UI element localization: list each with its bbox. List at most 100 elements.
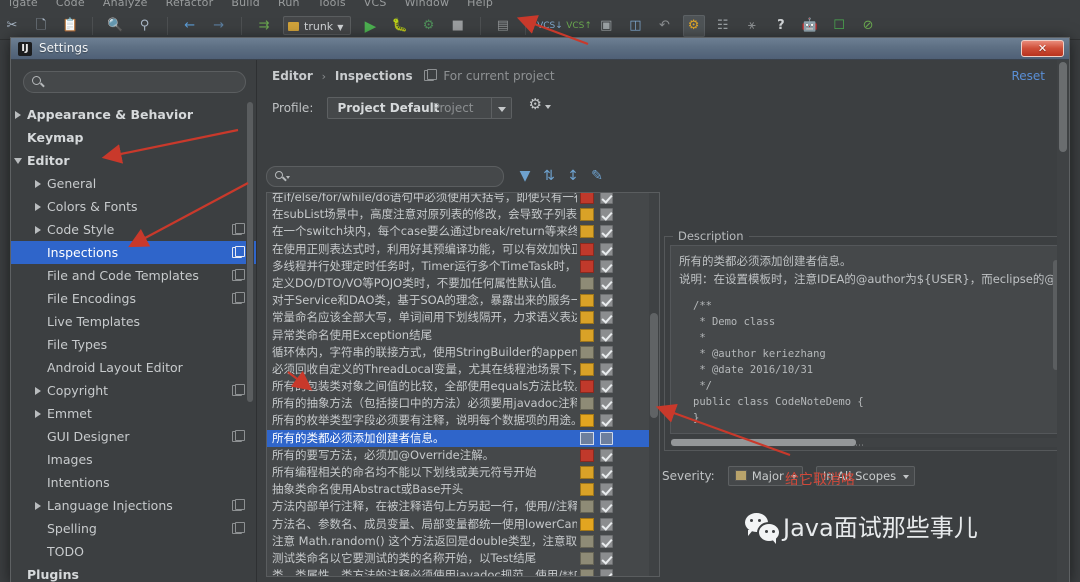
inspection-row[interactable]: 所有的要写方法，必须加@Override注解。: [267, 447, 659, 464]
breadcrumb-parent[interactable]: Editor: [272, 69, 313, 83]
copy-settings-icon[interactable]: [232, 384, 245, 396]
inspection-row[interactable]: 循环体内，字符串的联接方式，使用StringBuilder的append方: [267, 344, 659, 361]
chevron-down-icon[interactable]: [11, 149, 26, 172]
sidebar-item-copyright[interactable]: Copyright: [11, 379, 256, 402]
sidebar-item-code-style[interactable]: Code Style: [11, 218, 256, 241]
sidebar-item-editor[interactable]: Editor: [11, 149, 256, 172]
chevron-right-icon[interactable]: [31, 218, 46, 241]
menu-item-igate[interactable]: igate: [0, 0, 47, 9]
inspection-row[interactable]: 注意 Math.random() 这个方法返回是double类型，注意取值的: [267, 533, 659, 550]
inspection-checkbox[interactable]: [600, 345, 613, 359]
rollback-icon[interactable]: ↶: [653, 15, 675, 37]
sidebar-item-live-templates[interactable]: Live Templates: [11, 310, 256, 333]
sidebar-item-images[interactable]: Images: [11, 448, 256, 471]
cut-icon[interactable]: ✂: [1, 15, 23, 37]
inspection-row[interactable]: 多线程并行处理定时任务时，Timer运行多个TimeTask时，只要: [267, 258, 659, 275]
settings-icon[interactable]: ⚙: [682, 15, 705, 37]
copy-settings-icon[interactable]: [232, 223, 245, 235]
inspection-row[interactable]: 类、类属性、类方法的注释必须使用javadoc规范，使用/**内容: [267, 567, 659, 576]
sidebar-item-keymap[interactable]: Keymap: [11, 126, 256, 149]
paste-icon[interactable]: 📋: [59, 15, 81, 37]
sidebar-item-todo[interactable]: TODO: [11, 540, 256, 563]
menu-item-build[interactable]: Build: [222, 0, 269, 9]
sidebar-scrollbar[interactable]: [246, 102, 254, 580]
inspection-checkbox[interactable]: [600, 294, 613, 308]
avd-manager-icon[interactable]: ☐: [828, 15, 850, 37]
inspection-severity-swatch[interactable]: [580, 208, 594, 222]
inspection-checkbox[interactable]: [600, 276, 613, 290]
menu-item-refactor[interactable]: Refactor: [157, 0, 223, 9]
inspection-severity-swatch[interactable]: [580, 225, 594, 239]
chevron-right-icon[interactable]: [31, 195, 46, 218]
filter-icon[interactable]: ▼: [514, 165, 536, 187]
project-structure-icon[interactable]: ☷: [712, 15, 734, 37]
sidebar-item-plugins[interactable]: Plugins: [11, 563, 256, 582]
inspection-row[interactable]: 测试类命名以它要测试的类的名称开始，以Test结尾: [267, 550, 659, 567]
inspection-severity-swatch[interactable]: [580, 534, 594, 548]
inspection-row[interactable]: 在一个switch块内，每个case要么通过break/return等来终止，: [267, 223, 659, 240]
copy-settings-icon[interactable]: [232, 430, 245, 442]
compare-icon[interactable]: ⇉: [253, 15, 275, 37]
inspection-row[interactable]: 所有的类都必须添加创建者信息。: [267, 429, 659, 447]
inspection-severity-swatch[interactable]: [580, 414, 594, 428]
chevron-down-icon[interactable]: [491, 98, 512, 118]
inspection-row[interactable]: 必须回收自定义的ThreadLocal变量，尤其在线程池场景下，线: [267, 361, 659, 378]
inspection-row[interactable]: 在subList场景中，高度注意对原列表的修改，会导致子列表的遍: [267, 206, 659, 223]
sidebar-item-intentions[interactable]: Intentions: [11, 471, 256, 494]
inspection-severity-swatch[interactable]: [580, 345, 594, 359]
inspection-row[interactable]: 在if/else/for/while/do语句中必须使用大括号，即使只有一行代: [267, 193, 659, 206]
vcs-history-icon[interactable]: ▣: [595, 15, 617, 37]
inspection-severity-swatch[interactable]: [580, 276, 594, 290]
inspection-checkbox[interactable]: [600, 380, 613, 394]
inspection-row[interactable]: 异常类命名使用Exception结尾: [267, 327, 659, 344]
forward-icon[interactable]: →: [208, 15, 230, 37]
stop-icon[interactable]: ■: [447, 15, 469, 37]
inspection-row[interactable]: 抽象类命名使用Abstract或Base开头: [267, 481, 659, 498]
chevron-right-icon[interactable]: [31, 379, 46, 402]
inspection-severity-swatch[interactable]: [580, 569, 594, 576]
inspection-severity-swatch[interactable]: [580, 397, 594, 411]
chevron-right-icon[interactable]: [11, 103, 26, 126]
chevron-right-icon[interactable]: [31, 494, 46, 517]
inspection-severity-swatch[interactable]: [580, 517, 594, 531]
inspection-severity-swatch[interactable]: [580, 294, 594, 308]
menu-item-code[interactable]: Code: [47, 0, 94, 9]
description-hscrollbar-thumb[interactable]: [671, 439, 856, 446]
inspection-checkbox[interactable]: [600, 225, 613, 239]
inspection-checkbox[interactable]: [600, 448, 613, 462]
description-body[interactable]: 所有的类都必须添加创建者信息。 说明：在设置模板时，注意IDEA的@author…: [670, 245, 1062, 434]
copy-settings-icon[interactable]: [232, 292, 245, 304]
inspection-severity-swatch[interactable]: [580, 500, 594, 514]
inspection-checkbox[interactable]: [600, 534, 613, 548]
dialog-scrollbar[interactable]: [1057, 60, 1069, 582]
inspection-severity-swatch[interactable]: [580, 448, 594, 462]
inspection-checkbox[interactable]: [600, 328, 613, 342]
inspections-scrollbar-thumb[interactable]: [650, 313, 658, 418]
copy-settings-icon[interactable]: [232, 269, 245, 281]
coverage-icon[interactable]: ⚙: [418, 15, 440, 37]
inspection-checkbox[interactable]: [600, 242, 613, 256]
vcs-commit-icon[interactable]: VCS↑: [566, 15, 592, 37]
inspection-row[interactable]: 所有的抽象方法（包括接口中的方法）必须要用javadoc注释、: [267, 395, 659, 412]
sidebar-item-language-injections[interactable]: Language Injections: [11, 494, 256, 517]
inspection-severity-swatch[interactable]: [580, 242, 594, 256]
inspection-row[interactable]: 常量命名应该全部大写，单词间用下划线隔开，力求语义表达完: [267, 309, 659, 326]
copy-settings-icon[interactable]: [232, 522, 245, 534]
inspection-checkbox[interactable]: [600, 414, 613, 428]
inspection-row[interactable]: 所有编程相关的命名均不能以下划线或美元符号开始: [267, 464, 659, 481]
inspection-row[interactable]: 在使用正则表达式时，利用好其预编译功能，可以有效加快正则: [267, 241, 659, 258]
reset-button[interactable]: Reset: [1011, 69, 1045, 83]
gear-icon[interactable]: [529, 95, 551, 115]
find-in-path-icon[interactable]: ⚲: [133, 15, 155, 37]
inspection-checkbox[interactable]: [600, 551, 613, 565]
sidebar-item-colors-fonts[interactable]: Colors & Fonts: [11, 195, 256, 218]
dialog-title-bar[interactable]: IJ Settings ✕: [11, 38, 1069, 60]
sidebar-item-spelling[interactable]: Spelling: [11, 517, 256, 540]
sidebar-item-android-layout-editor[interactable]: Android Layout Editor: [11, 356, 256, 379]
inspection-row[interactable]: 方法名、参数名、成员变量、局部变量都统一使用lowerCamelC: [267, 516, 659, 533]
inspection-severity-swatch[interactable]: [580, 466, 594, 479]
inspection-row[interactable]: 所有的包装类对象之间值的比较，全部使用equals方法比较。: [267, 378, 659, 395]
inspection-severity-swatch[interactable]: [580, 431, 594, 445]
inspection-row[interactable]: 方法内部单行注释，在被注释语句上方另起一行，使用//注释。；: [267, 498, 659, 515]
inspection-checkbox[interactable]: [600, 397, 613, 411]
